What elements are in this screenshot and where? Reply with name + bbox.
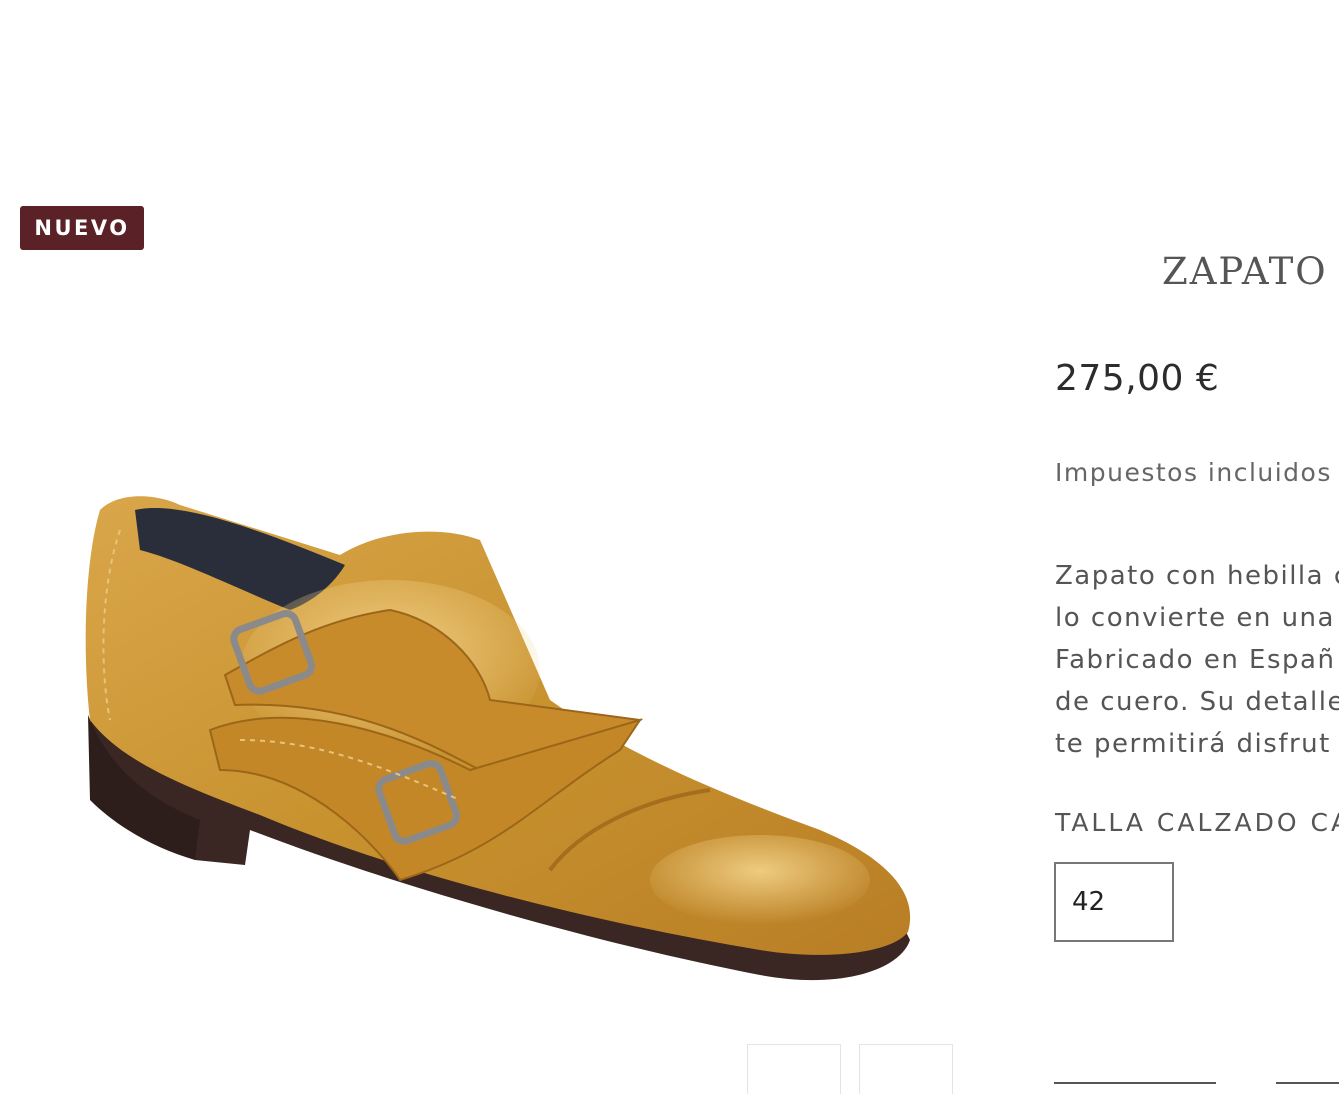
thumbnail-image[interactable] xyxy=(859,1044,953,1094)
size-selected-value: 42 xyxy=(1072,887,1106,917)
product-description: Zapato con hebilla c lo convierte en una… xyxy=(1055,555,1339,765)
new-badge: NUEVO xyxy=(20,206,144,250)
size-label: TALLA CALZADO CA xyxy=(1055,808,1339,837)
description-line: Zapato con hebilla c xyxy=(1055,561,1339,591)
description-line: de cuero. Su detalle xyxy=(1055,687,1339,717)
quantity-control-edge[interactable] xyxy=(1054,1082,1216,1084)
add-to-cart-button-edge[interactable] xyxy=(1276,1082,1339,1084)
thumbnail-image[interactable] xyxy=(747,1044,841,1094)
monk-strap-shoe-image xyxy=(85,496,911,981)
description-line: lo convierte en una xyxy=(1055,603,1335,633)
description-line: Fabricado en Españ xyxy=(1055,645,1336,675)
size-select[interactable]: 42 xyxy=(1054,862,1174,942)
product-title: ZAPATO C xyxy=(1162,250,1339,293)
description-line: te permitirá disfrut xyxy=(1055,729,1331,759)
product-price: 275,00 € xyxy=(1055,358,1220,399)
tax-note: Impuestos incluidos xyxy=(1055,458,1332,487)
